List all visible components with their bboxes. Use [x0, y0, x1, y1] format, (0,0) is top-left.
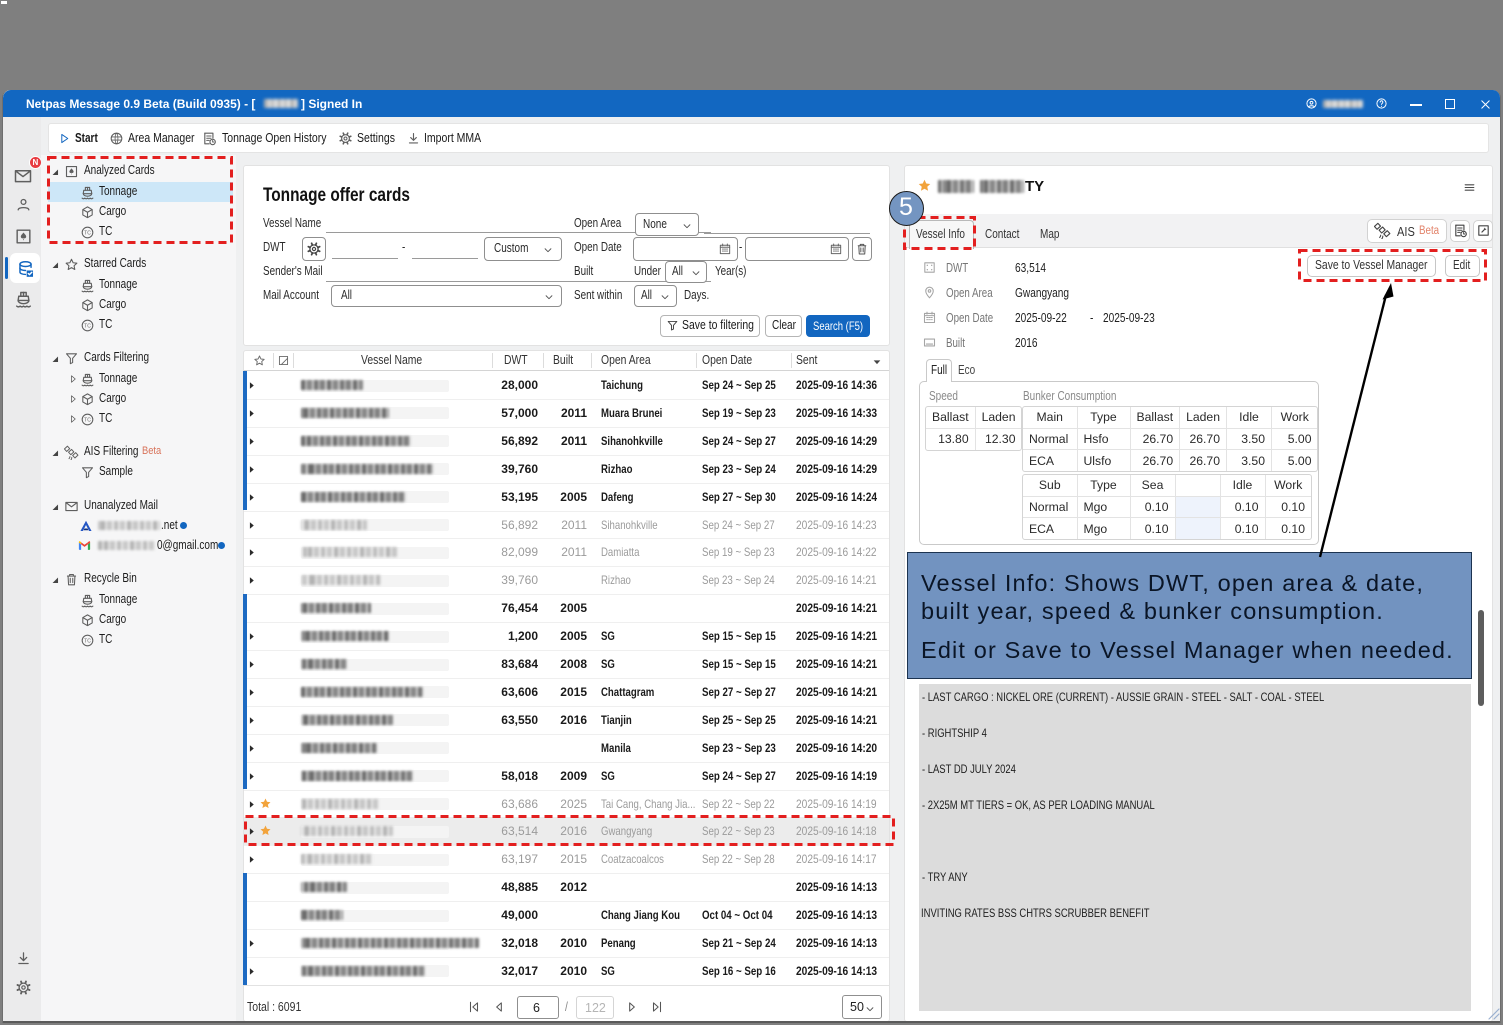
- svg-text:TC: TC: [84, 323, 91, 329]
- svg-text:TC: TC: [84, 638, 91, 644]
- svg-text:TC: TC: [84, 417, 91, 423]
